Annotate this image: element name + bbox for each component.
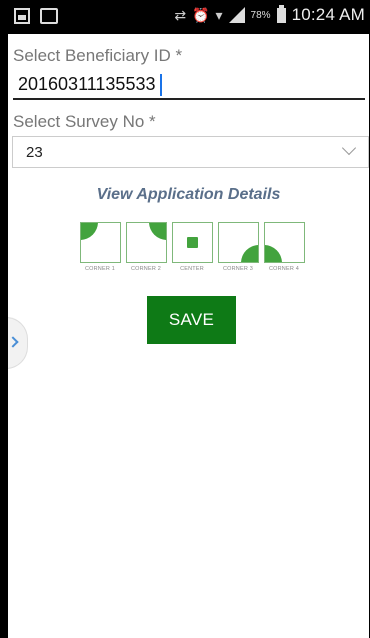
corner-photo-tiles: CORNER 1 CORNER 2 CENTER CORNER 3 CORNER… [80,222,310,278]
message-notification-icon [40,8,58,24]
corner-2-label: CORNER 2 [130,266,162,272]
navigation-drawer-handle[interactable] [8,317,28,369]
corner-2-marker-icon [149,223,166,240]
alarm-icon: ⏰ [192,6,210,23]
text-cursor [160,74,162,96]
corner-1-marker-icon [81,223,98,240]
corner-4-label: CORNER 4 [268,266,300,272]
battery-percent: 78% [250,9,271,21]
corner-4-marker-icon [265,245,282,262]
survey-no-label: Select Survey No * [13,112,156,131]
mute-icon: ⇄ [174,6,187,23]
notification-icons [14,8,58,24]
status-bar: ⇄ ⏰ ▾ 78% 10:24 AM [8,0,369,34]
corner-1-photo-button[interactable] [80,222,121,263]
view-application-details-link[interactable]: View Application Details [8,186,369,204]
corner-3-photo-button[interactable] [218,222,259,263]
corner-4-photo-button[interactable] [264,222,305,263]
corner-3-marker-icon [241,245,258,262]
corner-2-photo-button[interactable] [126,222,167,263]
survey-no-selected-value: 23 [26,144,43,161]
chevron-down-icon [341,140,357,156]
center-label: CENTER [180,266,204,272]
beneficiary-id-input[interactable] [13,70,365,100]
battery-icon [276,4,286,23]
clock: 10:24 AM [291,5,365,24]
center-photo-button[interactable] [172,222,213,263]
center-marker-icon [187,237,198,248]
corner-1-label: CORNER 1 [84,266,116,272]
corner-3-label: CORNER 3 [222,266,254,272]
system-icons: ⇄ ⏰ ▾ 78% 10:24 AM [174,4,365,25]
survey-no-dropdown[interactable]: 23 [12,136,369,168]
gallery-notification-icon [14,8,30,24]
chevron-right-icon [8,336,19,348]
beneficiary-id-label: Select Beneficiary ID * [13,46,183,65]
app-screen: ⇄ ⏰ ▾ 78% 10:24 AM Select Beneficiary ID… [8,0,369,638]
wifi-icon: ▾ [215,6,223,23]
signal-icon [228,7,245,23]
save-button[interactable]: SAVE [147,296,236,344]
